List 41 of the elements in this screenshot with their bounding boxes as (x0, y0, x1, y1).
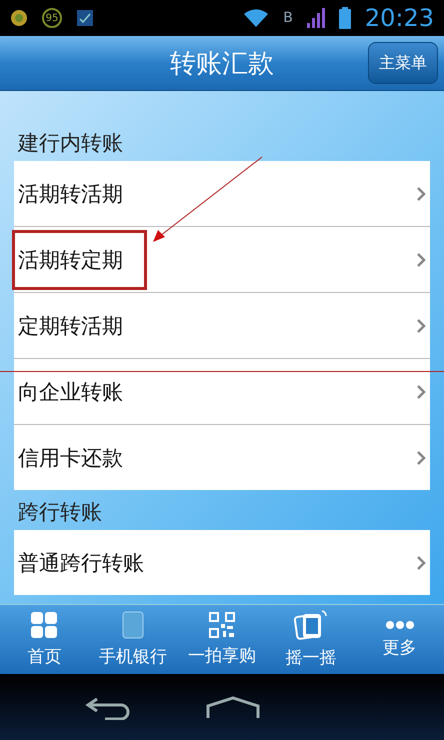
notification-badge: 95 (42, 8, 62, 28)
menu-item[interactable]: 活期转定期 (14, 227, 430, 293)
menu-item[interactable]: 定期转活期 (14, 293, 430, 359)
chevron-icon (416, 318, 426, 334)
chevron-icon (416, 252, 426, 268)
tab-button[interactable]: 摇一摇 (266, 605, 356, 674)
chevron-icon (416, 450, 426, 466)
more-icon (384, 620, 415, 630)
chevron-icon (416, 186, 426, 202)
battery-icon (338, 7, 351, 29)
main-menu-button[interactable]: 主菜单 (368, 42, 438, 84)
shaking-phone-icon (294, 610, 328, 640)
tab-button[interactable]: 更多 (355, 605, 444, 674)
grid-icon (30, 611, 58, 639)
item-label: 普通跨行转账 (17, 550, 145, 576)
section-heading: 建行内转账 (16, 130, 124, 157)
item-label: 定期转活期 (17, 312, 124, 340)
qr-code-icon (208, 612, 235, 638)
item-label: 信用卡还款 (17, 444, 124, 472)
tab-button[interactable]: 手机银行 (88, 605, 178, 674)
signal-icon (306, 8, 325, 28)
app-icon (76, 9, 94, 27)
clock: 20:23 (364, 4, 434, 32)
menu-item[interactable]: 普通跨行转账 (14, 530, 430, 595)
wifi-icon (243, 8, 270, 28)
item-label: 向企业转账 (17, 378, 124, 406)
page-title: 转账汇款 (170, 48, 274, 80)
tab-button[interactable]: 首页 (0, 605, 89, 674)
network-type: B (283, 10, 293, 26)
menu-item[interactable]: 活期转活期 (14, 161, 430, 227)
chevron-icon (416, 554, 426, 570)
chevron-icon (416, 384, 426, 400)
menu-item[interactable]: 信用卡还款 (14, 425, 430, 490)
section-heading: 跨行转账 (17, 499, 103, 526)
tab-button[interactable]: 一拍享购 (178, 605, 266, 674)
home-icon (206, 696, 260, 720)
phone-icon (122, 611, 144, 639)
item-label: 活期转活期 (17, 180, 124, 208)
highlighted-label: 活期转定期 (14, 232, 145, 288)
back-icon (85, 696, 131, 720)
app-icon (10, 9, 28, 27)
